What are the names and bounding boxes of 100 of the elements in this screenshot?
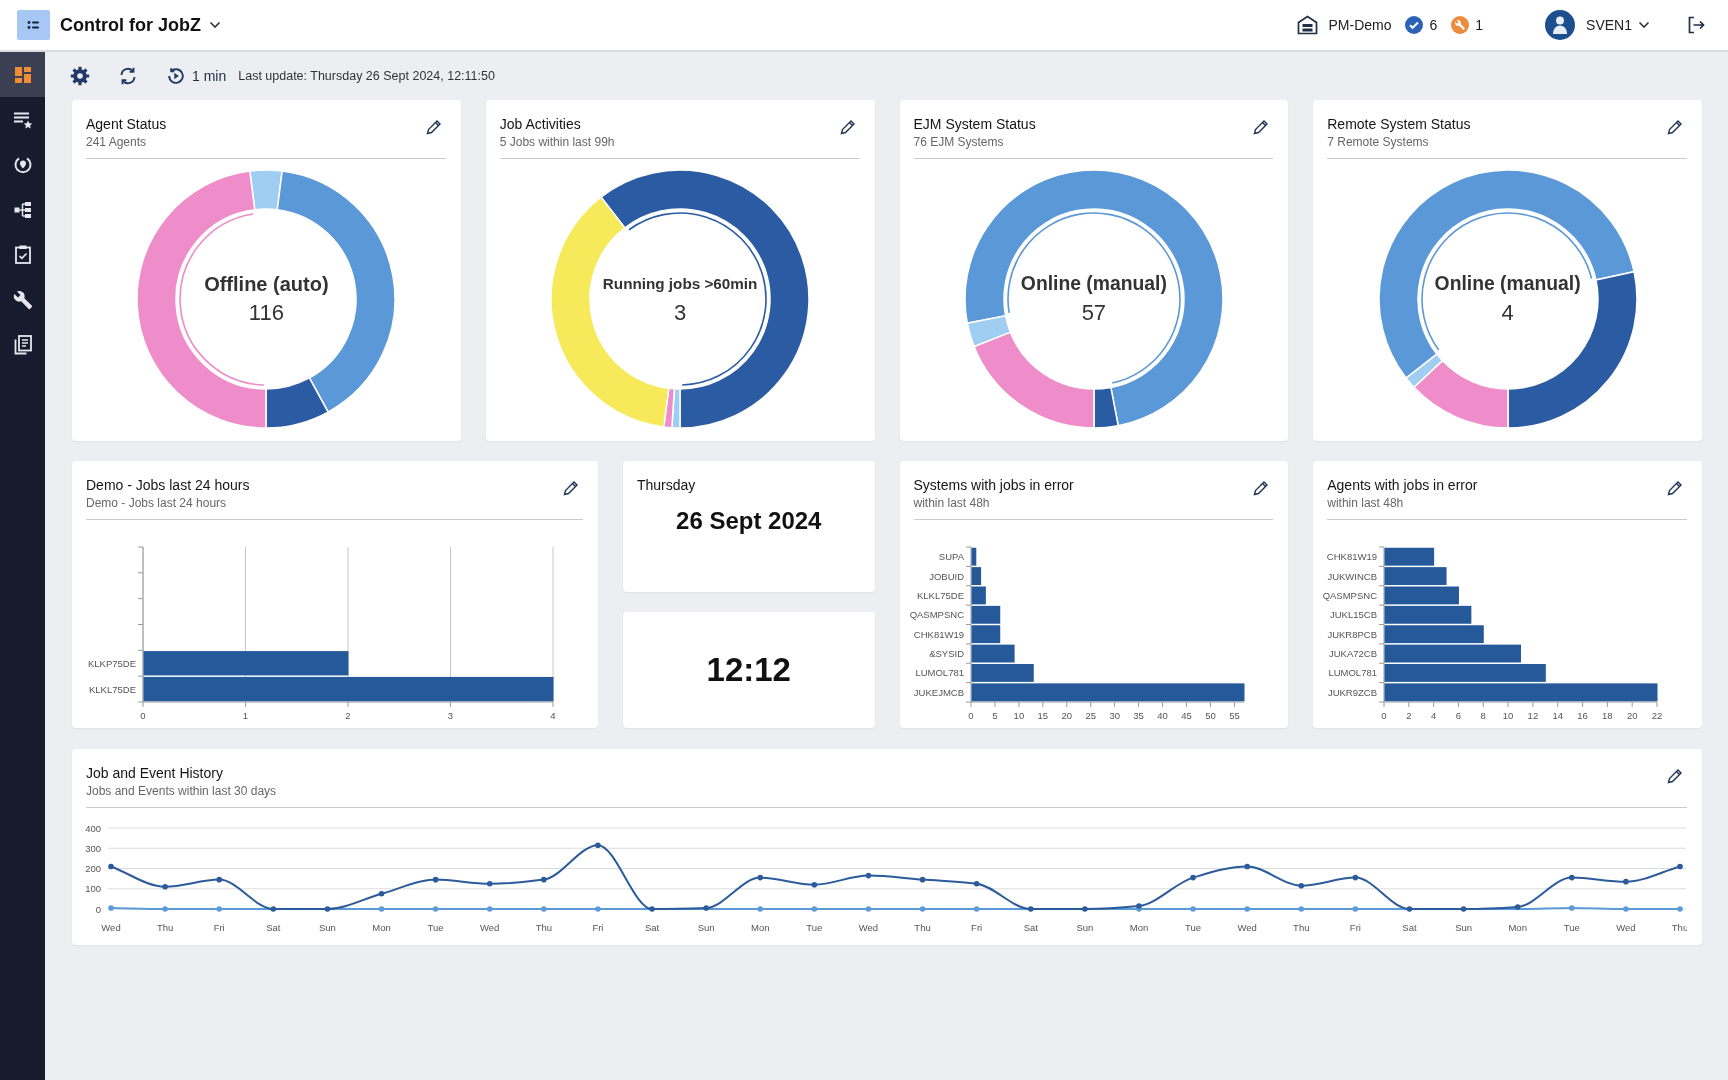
user-menu[interactable]: SVEN1 <box>1586 17 1650 33</box>
chart-point <box>378 891 385 897</box>
wrench-circle-icon <box>1451 16 1470 34</box>
documents-icon <box>13 334 32 355</box>
chart-point <box>919 876 926 883</box>
warning-count: 1 <box>1475 17 1484 33</box>
chart-point <box>865 906 872 912</box>
chart-point <box>1082 906 1088 912</box>
axis-tick-label: Thu <box>1293 922 1310 933</box>
chart-point <box>595 906 601 912</box>
refresh-interval: 1 min <box>192 68 227 84</box>
chart-point <box>1298 882 1305 889</box>
axis-tick-label: Sun <box>318 922 336 933</box>
refresh-icon[interactable] <box>118 66 138 86</box>
location-ring-icon <box>13 155 32 174</box>
card-title: Demo - Jobs last 24 hours <box>86 476 250 494</box>
axis-tick-label: Thu <box>914 922 931 933</box>
chart-point <box>757 874 764 881</box>
axis-tick-label: 300 <box>85 842 101 854</box>
donut-center-value: 4 <box>1501 300 1514 326</box>
donut-center-value: 3 <box>674 300 687 326</box>
axis-tick-label: Tue <box>1563 922 1580 933</box>
chart-point <box>162 883 168 890</box>
axis-tick-label: Mon <box>751 922 770 933</box>
logout-icon[interactable] <box>1686 15 1706 35</box>
list-icon[interactable] <box>17 10 50 40</box>
chart-point <box>432 876 439 883</box>
axis-tick-label: Sun <box>1076 922 1094 933</box>
axis-tick-label: 200 <box>85 863 101 874</box>
settings-icon[interactable] <box>70 66 90 86</box>
category-label: JUKEJMCB <box>913 686 964 698</box>
card-title: EJM System Status <box>913 115 1036 133</box>
axis-tick-label: 20 <box>1061 710 1072 721</box>
category-label: KLKP75DE <box>87 657 136 669</box>
axis-tick-label: 30 <box>1108 710 1120 721</box>
pencil-icon[interactable] <box>1666 479 1684 497</box>
axis-tick-label: 0 <box>140 710 146 721</box>
chart-point <box>595 842 601 848</box>
axis-tick-label: 6 <box>1456 710 1462 721</box>
pencil-icon[interactable] <box>1666 767 1684 785</box>
chart-point <box>541 876 547 883</box>
axis-tick-label: 0 <box>1381 710 1387 721</box>
donut-center-label: Running jobs >60min <box>602 274 758 294</box>
wrench-icon <box>12 289 33 310</box>
axis-tick-label: 45 <box>1180 710 1192 721</box>
axis-tick-label: Sat <box>1023 922 1038 933</box>
pencil-icon[interactable] <box>1666 118 1684 136</box>
chart-point <box>1677 863 1683 870</box>
chart-point <box>1298 906 1305 912</box>
card-title: Remote System Status <box>1327 115 1471 133</box>
axis-tick-label: 4 <box>1431 710 1437 721</box>
category-label: QASMPSNC <box>909 609 964 621</box>
axis-tick-label: 400 <box>85 822 101 834</box>
pencil-icon[interactable] <box>424 118 443 136</box>
chart-point <box>703 905 709 911</box>
axis-tick-label: 12 <box>1527 710 1539 721</box>
axis-tick-label: 1 <box>242 710 249 721</box>
chart-point <box>1244 906 1250 912</box>
axis-tick-label: 100 <box>85 883 101 895</box>
axis-tick-label: Tue <box>1185 922 1202 933</box>
axis-tick-label: 8 <box>1480 710 1487 721</box>
axis-tick-label: 16 <box>1577 710 1589 721</box>
chart-bar <box>1384 547 1435 566</box>
axis-tick-label: 3 <box>447 710 454 721</box>
card-title: Job Activities <box>499 115 582 133</box>
category-label: JUKR8PCB <box>1327 628 1378 640</box>
donut-center-value: 57 <box>1081 300 1107 326</box>
card-subtitle: within last 48h <box>1327 495 1405 512</box>
axis-tick-label: 4 <box>550 710 556 721</box>
hierarchy-icon <box>13 200 32 219</box>
category-label: JUKR9ZCB <box>1328 686 1378 698</box>
chart-point <box>1514 904 1521 910</box>
chart-point <box>486 880 493 887</box>
chart-point <box>432 906 439 912</box>
last-update-text: Last update: Thursday 26 Sept 2024, 12:11:50 <box>238 69 495 83</box>
timer-icon[interactable] <box>166 66 186 86</box>
axis-tick-label: 0 <box>967 710 974 721</box>
axis-tick-label: Wed <box>858 922 879 933</box>
card-subtitle: 76 EJM Systems <box>913 134 1005 151</box>
axis-tick-label: Wed <box>1616 922 1636 933</box>
category-label: SUPA <box>938 551 964 563</box>
chart-point <box>541 906 547 912</box>
chart-point <box>324 906 331 912</box>
app-switcher[interactable]: Control for JobZ <box>60 14 221 36</box>
card-title: Systems with jobs in error <box>913 476 1074 494</box>
chart-point <box>1352 874 1359 881</box>
axis-tick-label: Sun <box>697 922 715 933</box>
weekday-label: Thursday <box>637 476 697 494</box>
chart-point <box>1190 874 1196 881</box>
chart-point <box>108 905 114 911</box>
pencil-icon[interactable] <box>562 479 580 497</box>
pencil-icon[interactable] <box>838 118 857 136</box>
axis-tick-label: Fri <box>213 922 225 933</box>
axis-tick-label: Wed <box>1237 922 1257 933</box>
axis-tick-label: Sat <box>644 922 660 933</box>
card-title: Job and Event History <box>86 764 224 782</box>
axis-tick-label: 2 <box>345 710 351 721</box>
donut-center-label: Online (manual) <box>1434 272 1581 296</box>
axis-tick-label: Mon <box>1129 922 1149 933</box>
donut-center-value: 116 <box>248 300 284 326</box>
